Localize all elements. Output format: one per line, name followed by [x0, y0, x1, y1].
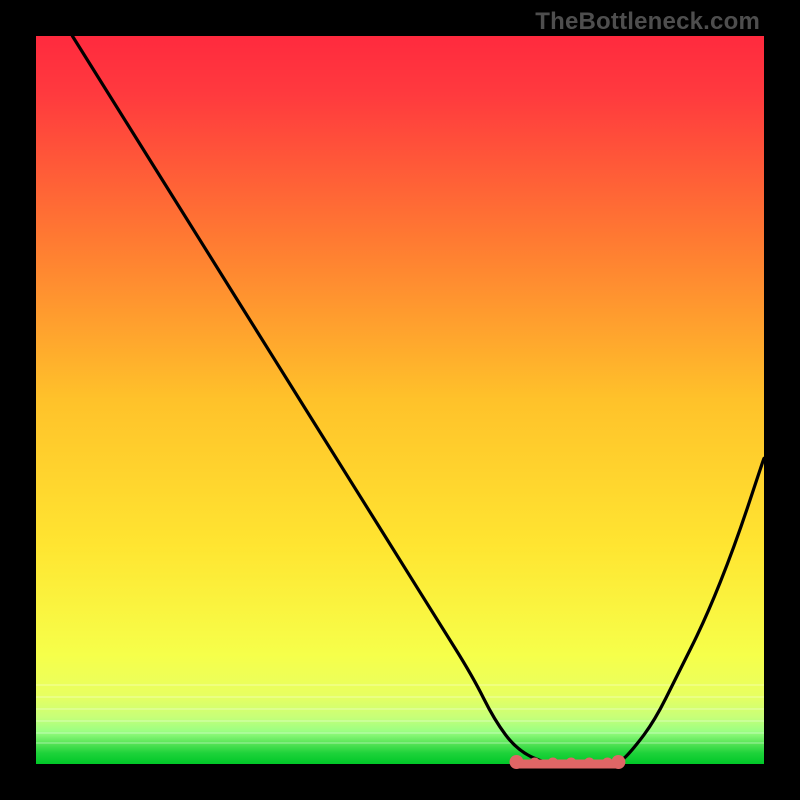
plot-area	[36, 36, 764, 764]
curve-layer	[36, 36, 764, 764]
chart-frame: TheBottleneck.com	[0, 0, 800, 800]
bottleneck-curve	[72, 36, 764, 764]
watermark-text: TheBottleneck.com	[535, 8, 760, 36]
